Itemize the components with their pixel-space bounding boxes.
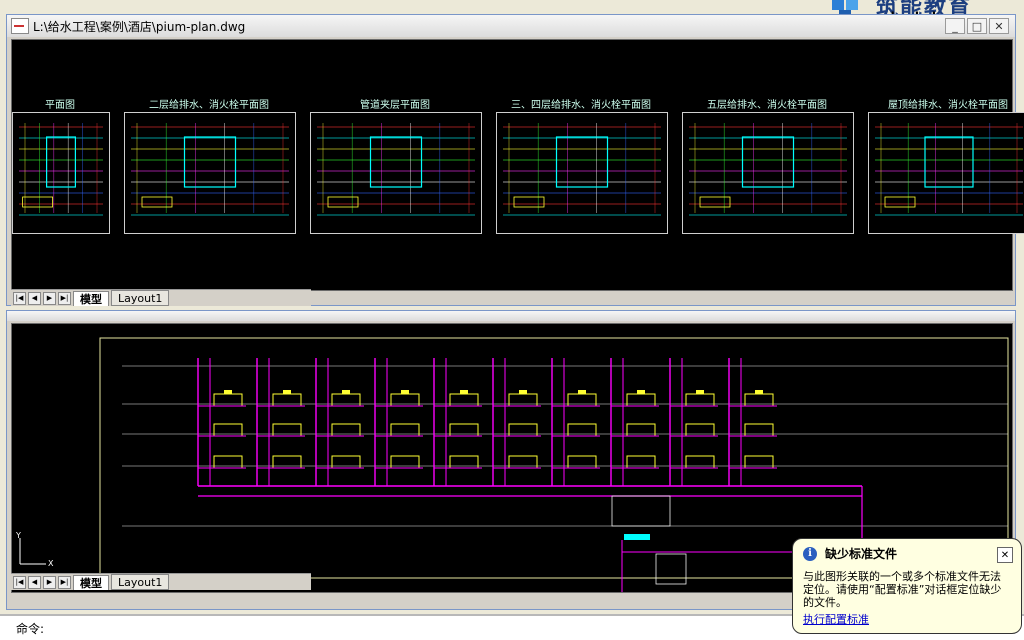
sheet-title: 管道夹层平面图 bbox=[360, 100, 430, 111]
sheet-thumbnail[interactable] bbox=[310, 112, 482, 234]
fixture-tag bbox=[755, 390, 763, 394]
fixture-tag bbox=[519, 390, 527, 394]
close-button[interactable]: ✕ bbox=[989, 18, 1009, 34]
first-tab-icon[interactable]: |◀ bbox=[13, 575, 26, 589]
sheet-title: 五层给排水、消火栓平面图 bbox=[707, 100, 827, 111]
window-titlebar[interactable]: L:\给水工程\案例\酒店\pium-plan.dwg _ □ ✕ bbox=[7, 15, 1015, 37]
tab-layout1[interactable]: Layout1 bbox=[111, 290, 170, 306]
sheet-title: 三、四层给排水、消火栓平面图 bbox=[511, 100, 651, 111]
equipment-box bbox=[655, 553, 687, 585]
balloon-close-button[interactable]: ✕ bbox=[997, 547, 1013, 563]
tab-layout1[interactable]: Layout1 bbox=[111, 574, 170, 590]
fixture-tag bbox=[401, 390, 409, 394]
fixture-tag bbox=[342, 390, 350, 394]
sheet-thumbnail[interactable] bbox=[682, 112, 854, 234]
configure-standards-link[interactable]: 执行配置标准 bbox=[803, 611, 1011, 627]
sheet-title: 二层给排水、消火栓平面图 bbox=[149, 100, 269, 111]
sheet-thumbnail[interactable] bbox=[868, 112, 1024, 234]
prev-tab-icon[interactable]: ◀ bbox=[28, 291, 41, 305]
model-space-canvas[interactable]: 平面图 二层给排水、消火栓平面图 管道夹层平面图 三、四层给排水、消火栓平面图 五层给排… bbox=[11, 39, 1024, 291]
maximize-button[interactable]: □ bbox=[967, 18, 987, 34]
fixture-tag bbox=[224, 390, 232, 394]
drawing-window-top: L:\给水工程\案例\酒店\pium-plan.dwg _ □ ✕ 平面图 二层给… bbox=[6, 14, 1024, 306]
window-titlebar-bottom[interactable] bbox=[7, 311, 1015, 321]
prev-tab-icon[interactable]: ◀ bbox=[28, 575, 41, 589]
command-prompt-label: 命令: bbox=[16, 621, 45, 636]
minimize-button[interactable]: _ bbox=[945, 18, 965, 34]
dwg-file-icon bbox=[11, 18, 29, 34]
info-icon: i bbox=[803, 546, 817, 561]
fixture-tag bbox=[696, 390, 704, 394]
fixture-tag bbox=[578, 390, 586, 394]
first-tab-icon[interactable]: |◀ bbox=[13, 291, 26, 305]
equipment-box bbox=[611, 495, 671, 527]
next-tab-icon[interactable]: ▶ bbox=[43, 291, 56, 305]
equipment-tag bbox=[624, 534, 650, 540]
balloon-message: 与此图形关联的一个或多个标准文件无法定位。请使用“配置标准”对话框定位缺少的文件… bbox=[803, 570, 1002, 609]
window-title: L:\给水工程\案例\酒店\pium-plan.dwg bbox=[33, 19, 246, 34]
ucs-icon: Y X bbox=[15, 531, 54, 568]
sheet-title: 屋顶给排水、消火栓平面图 bbox=[888, 100, 1008, 111]
sheet-thumbnail[interactable] bbox=[496, 112, 668, 234]
fixture-tag bbox=[637, 390, 645, 394]
sheet-thumbnail[interactable] bbox=[124, 112, 296, 234]
tab-model[interactable]: 模型 bbox=[73, 574, 109, 590]
layout-tab-bar: |◀ ◀ ▶ ▶| 模型 Layout1 bbox=[11, 289, 311, 306]
ucs-x-label: X bbox=[48, 559, 54, 568]
missing-standards-balloon: i 缺少标准文件 ✕ 与此图形关联的一个或多个标准文件无法定位。请使用“配置标准… bbox=[792, 538, 1022, 634]
ucs-y-label: Y bbox=[15, 531, 21, 540]
last-tab-icon[interactable]: ▶| bbox=[58, 575, 71, 589]
fixture-tag bbox=[283, 390, 291, 394]
sheet-thumbnail[interactable] bbox=[12, 112, 110, 234]
fixture-tag bbox=[460, 390, 468, 394]
last-tab-icon[interactable]: ▶| bbox=[58, 291, 71, 305]
next-tab-icon[interactable]: ▶ bbox=[43, 575, 56, 589]
layout-tab-bar-bottom: |◀ ◀ ▶ ▶| 模型 Layout1 bbox=[11, 573, 311, 590]
sheet-title: 平面图 bbox=[45, 100, 75, 111]
balloon-title: 缺少标准文件 bbox=[825, 547, 898, 561]
tab-model[interactable]: 模型 bbox=[73, 290, 109, 306]
